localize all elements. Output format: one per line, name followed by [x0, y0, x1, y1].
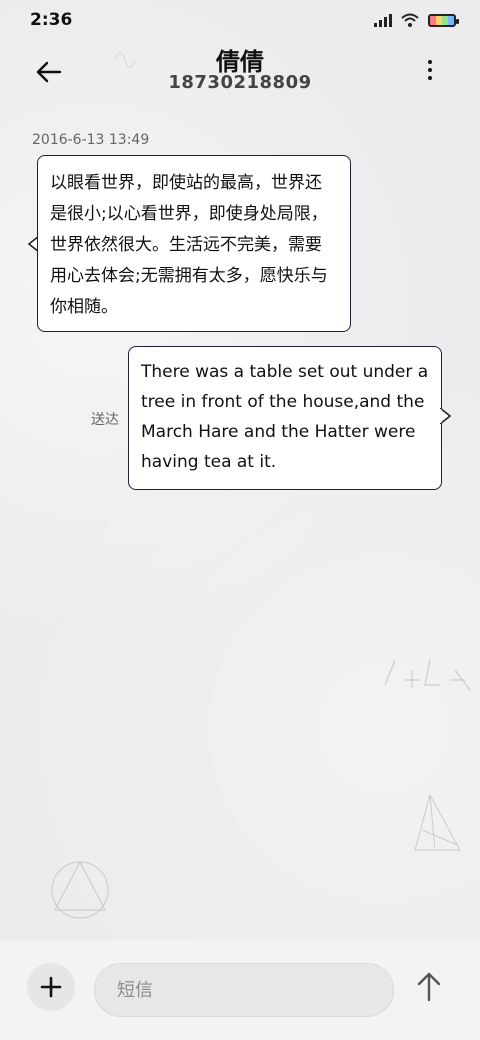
send-button[interactable] [412, 970, 446, 1004]
delivery-status: 送达 [91, 412, 119, 428]
message-timestamp: 2016-6-13 13:49 [32, 132, 150, 148]
status-time: 2:36 [30, 10, 73, 30]
composer-bar [0, 940, 480, 1040]
more-options-button[interactable] [420, 56, 440, 84]
incoming-message-bubble[interactable]: 以眼看世界，即使站的最高，世界还是很小;以心看世界，即使身处局限，世界依然很大。… [37, 155, 351, 332]
message-input-wrapper [94, 963, 394, 1017]
message-input[interactable] [95, 964, 393, 1016]
status-bar: 2:36 [0, 0, 480, 40]
phone-number: 18730218809 [168, 72, 312, 93]
more-vertical-icon [428, 60, 432, 64]
add-attachment-button[interactable] [27, 963, 75, 1011]
conversation-header: 倩倩 18730218809 [0, 40, 480, 100]
status-icons [374, 12, 459, 28]
triangle-doodle-icon [414, 793, 461, 851]
battery-icon [428, 13, 459, 27]
wifi-icon [401, 13, 419, 27]
math-doodle-icon [384, 659, 471, 691]
outgoing-message-bubble[interactable]: There was a table set out under a tree i… [128, 346, 442, 490]
geometry-doodle-icon [51, 860, 109, 919]
signal-icon [374, 13, 392, 27]
outgoing-bubble-tail [440, 408, 452, 424]
plus-icon [40, 976, 62, 998]
